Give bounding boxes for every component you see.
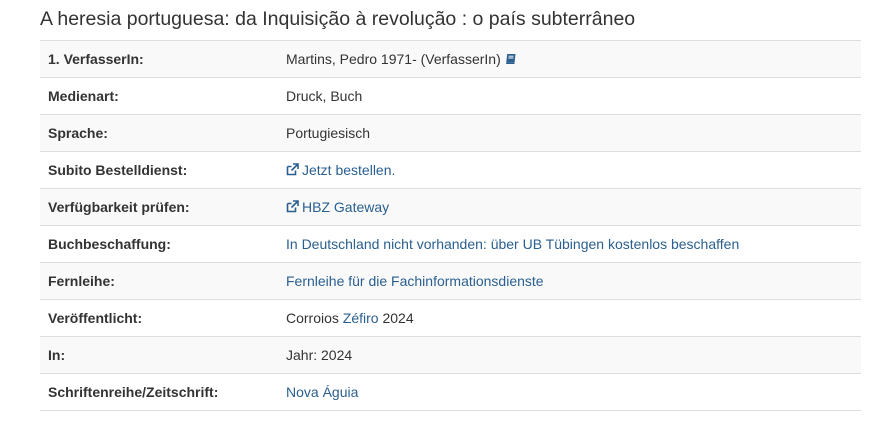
table-row-author: 1. VerfasserIn: Martins, Pedro 1971- (Ve… [40,40,861,78]
language-value: Portugiesisch [278,114,861,152]
availability-label: Verfügbarkeit prüfen: [40,188,278,226]
subito-label: Subito Bestelldienst: [40,151,278,189]
author-label: 1. VerfasserIn: [40,40,278,78]
table-row-ill: Fernleihe: Fernleihe für die Fachinforma… [40,262,861,300]
ill-value: Fernleihe für die Fachinformationsdienst… [278,262,861,300]
table-row-language: Sprache: Portugiesisch [40,114,861,152]
language-label: Sprache: [40,114,278,152]
subito-value: Jetzt bestellen. [278,151,861,189]
published-year: 2024 [382,310,414,326]
publisher-link[interactable]: Zéfiro [343,310,379,326]
series-label: Schriftenreihe/Zeitschrift: [40,373,278,411]
table-row-subito: Subito Bestelldienst: Jetzt bestellen. [40,151,861,189]
book-icon[interactable] [501,51,517,67]
record-details-table: 1. VerfasserIn: Martins, Pedro 1971- (Ve… [40,40,861,411]
table-row-availability: Verfügbarkeit prüfen: HBZ Gateway [40,188,861,226]
record-detail-page: A heresia portuguesa: da Inquisição à re… [0,0,881,421]
subito-order-link[interactable]: Jetzt bestellen. [286,162,395,178]
author-value: Martins, Pedro 1971- (VerfasserIn) [278,40,861,78]
published-value: Corroios Zéfiro 2024 [278,299,861,337]
in-value: Jahr: 2024 [278,336,861,374]
record-title: A heresia portuguesa: da Inquisição à re… [40,8,636,30]
medium-value: Druck, Buch [278,77,861,115]
series-link[interactable]: Nova Águia [286,384,358,400]
hbz-gateway-link[interactable]: HBZ Gateway [286,199,389,215]
availability-value: HBZ Gateway [278,188,861,226]
table-row-published: Veröffentlicht: Corroios Zéfiro 2024 [40,299,861,337]
table-row-medium: Medienart: Druck, Buch [40,77,861,115]
table-row-series: Schriftenreihe/Zeitschrift: Nova Águia [40,373,861,411]
medium-label: Medienart: [40,77,278,115]
author-name: Martins, Pedro 1971- (VerfasserIn) [286,51,501,67]
acquisition-value: In Deutschland nicht vorhanden: über UB … [278,225,861,263]
external-link-icon [286,163,299,176]
published-label: Veröffentlicht: [40,299,278,337]
series-value: Nova Águia [278,373,861,411]
hbz-link-text: HBZ Gateway [302,199,390,215]
external-link-icon [286,200,299,213]
ill-link[interactable]: Fernleihe für die Fachinformationsdienst… [286,273,544,289]
published-place: Corroios [286,310,339,326]
table-row-acquisition: Buchbeschaffung: In Deutschland nicht vo… [40,225,861,263]
acquisition-link[interactable]: In Deutschland nicht vorhanden: über UB … [286,236,739,252]
in-label: In: [40,336,278,374]
table-row-in: In: Jahr: 2024 [40,336,861,374]
ill-label: Fernleihe: [40,262,278,300]
subito-link-text: Jetzt bestellen. [302,162,396,178]
acquisition-label: Buchbeschaffung: [40,225,278,263]
